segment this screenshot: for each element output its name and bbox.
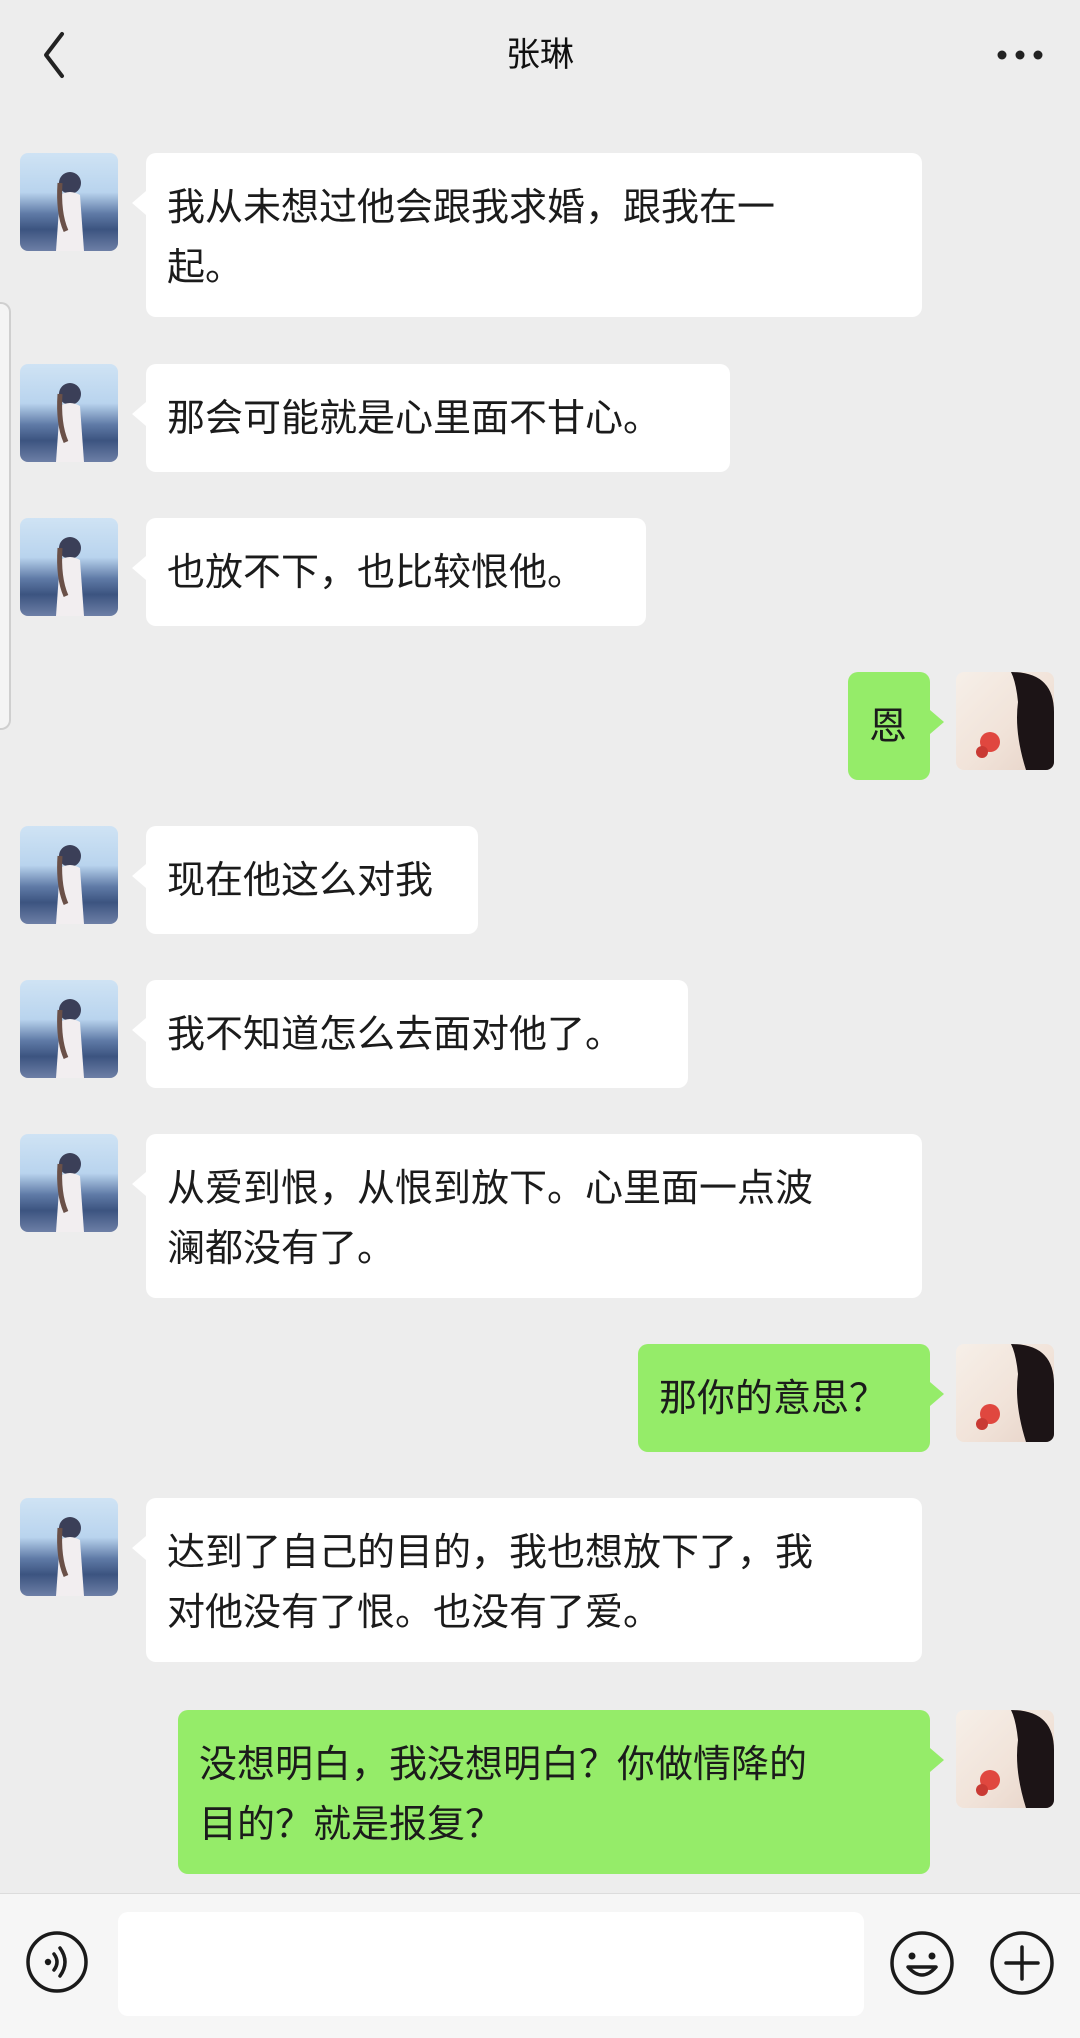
contact-avatar[interactable] — [20, 1498, 118, 1596]
message-bubble-incoming[interactable]: 我不知道怎么去面对他了。 — [132, 980, 688, 1088]
message-bubble-incoming[interactable]: 也放不下，也比较恨他。 — [132, 518, 646, 626]
message-bubble-incoming[interactable]: 现在他这么对我 — [132, 826, 478, 934]
chat-header: 张琳 — [0, 0, 1080, 110]
avatar-image — [976, 1710, 1054, 1808]
plus-icon — [990, 1931, 1054, 1995]
contact-avatar[interactable] — [20, 980, 118, 1078]
avatar-image — [976, 1344, 1054, 1442]
avatar-image — [56, 1517, 84, 1596]
emoji-icon — [890, 1931, 954, 1995]
avatar-image — [56, 1153, 84, 1232]
avatar-image — [56, 383, 84, 462]
message-input[interactable] — [118, 1912, 864, 2016]
contact-avatar[interactable] — [20, 153, 118, 251]
floating-side-tab[interactable] — [0, 302, 11, 730]
more-functions-button[interactable] — [988, 1929, 1056, 1997]
avatar-image — [56, 537, 84, 616]
composer-bar — [0, 1893, 1080, 2038]
voice-icon — [26, 1931, 88, 1993]
avatar-image — [56, 999, 84, 1078]
contact-avatar[interactable] — [20, 518, 118, 616]
contact-avatar[interactable] — [20, 364, 118, 462]
message-bubble-outgoing[interactable]: 没想明白，我没想明白？你做情降的 目的？就是报复？ — [178, 1710, 944, 1874]
message-bubble-incoming[interactable]: 那会可能就是心里面不甘心。 — [132, 364, 730, 472]
self-avatar[interactable] — [956, 672, 1054, 770]
chat-title: 张琳 — [506, 35, 574, 75]
more-icon — [997, 50, 1043, 60]
avatar-image — [56, 172, 84, 251]
self-avatar[interactable] — [956, 1344, 1054, 1442]
self-avatar[interactable] — [956, 1710, 1054, 1808]
message-bubble-outgoing[interactable]: 那你的意思？ — [638, 1344, 944, 1452]
message-bubble-outgoing[interactable]: 恩 — [848, 672, 944, 780]
emoji-button[interactable] — [888, 1929, 956, 1997]
message-bubble-incoming[interactable]: 从爱到恨，从恨到放下。心里面一点波 澜都没有了。 — [132, 1134, 922, 1298]
contact-avatar[interactable] — [20, 826, 118, 924]
voice-button[interactable] — [24, 1929, 90, 1995]
message-bubble-incoming[interactable]: 我从未想过他会跟我求婚，跟我在一 起。 — [132, 153, 922, 317]
contact-avatar[interactable] — [20, 1134, 118, 1232]
avatar-image — [976, 672, 1054, 770]
more-options-button[interactable] — [990, 30, 1050, 80]
chat-screen: 张琳 我从未想过他会跟我求婚，跟我在一 起。 那会可能就是心里面不甘心。 也放不… — [0, 0, 1080, 2038]
message-bubble-incoming[interactable]: 达到了自己的目的，我也想放下了，我 对他没有了恨。也没有了爱。 — [132, 1498, 922, 1662]
avatar-image — [56, 845, 84, 924]
